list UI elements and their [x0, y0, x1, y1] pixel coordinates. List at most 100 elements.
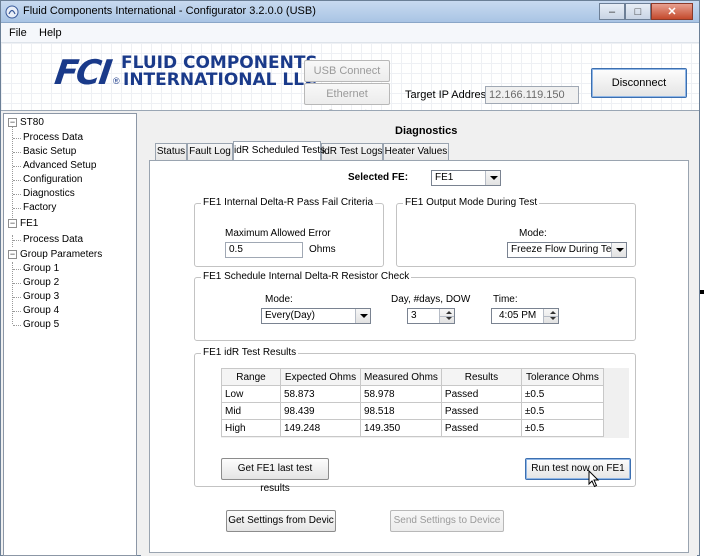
time-value: 4:05 PM: [499, 310, 537, 321]
tree-item-diagnostics[interactable]: Diagnostics: [23, 188, 75, 200]
tree-item-basic-setup[interactable]: Basic Setup: [23, 146, 76, 158]
target-ip-label: Target IP Address:: [405, 89, 495, 101]
target-ip-field[interactable]: 12.166.119.150: [485, 86, 579, 104]
cell-range: High: [221, 419, 281, 437]
page-title: Diagnostics: [395, 125, 458, 137]
selected-fe-label: Selected FE:: [348, 172, 409, 183]
cell-range: Low: [221, 385, 281, 403]
column-header-measured-ohms: Measured Ohms: [360, 368, 442, 386]
tree-item-configuration[interactable]: Configuration: [23, 174, 82, 186]
menu-file[interactable]: File: [9, 27, 27, 39]
tree-item-advanced-setup[interactable]: Advanced Setup: [23, 160, 96, 172]
cell-measured-ohms: 149.350: [360, 419, 442, 437]
cell-measured-ohms: 98.518: [360, 402, 442, 420]
test-results-title: FE1 idR Test Results: [201, 347, 299, 358]
tree-item-group-1[interactable]: Group 1: [23, 263, 59, 275]
results-table: Range Expected Ohms Measured Ohms Result…: [221, 368, 604, 437]
main-panel: Diagnostics Status Fault Log idR Schedul…: [141, 113, 697, 556]
expand-st80-toggle[interactable]: −: [8, 118, 17, 127]
tree-item-group-2[interactable]: Group 2: [23, 277, 59, 289]
tab-heater-values[interactable]: Heater Values: [383, 143, 449, 160]
tab-idr-scheduled-tests[interactable]: idR Scheduled Tests: [233, 141, 325, 160]
table-row: High 149.248 149.350 Passed ±0.5: [221, 419, 604, 437]
close-icon: ✕: [667, 6, 677, 18]
send-settings-button[interactable]: Send Settings to Device: [390, 510, 504, 532]
time-picker[interactable]: 4:05 PM: [491, 308, 559, 324]
menu-help[interactable]: Help: [39, 27, 62, 39]
get-settings-button[interactable]: Get Settings from Devic: [226, 510, 336, 532]
get-last-results-button[interactable]: Get FE1 last test results: [221, 458, 329, 494]
close-button[interactable]: ✕: [651, 3, 693, 20]
table-row: Mid 98.439 98.518 Passed ±0.5: [221, 402, 604, 420]
app-icon: [5, 5, 19, 19]
tree-item-group-5[interactable]: Group 5: [23, 319, 59, 331]
cell-expected-ohms: 58.873: [280, 385, 361, 403]
column-header-results: Results: [440, 368, 522, 386]
cell-measured-ohms: 58.978: [360, 385, 442, 403]
tree-item-group-parameters[interactable]: Group Parameters: [20, 249, 102, 261]
output-mode-dropdown[interactable]: Freeze Flow During Test: [507, 242, 627, 258]
pass-fail-criteria-group: FE1 Internal Delta-R Pass Fail Criteria …: [194, 197, 384, 267]
chevron-down-icon: [485, 171, 500, 185]
time-label: Time:: [493, 294, 518, 305]
tree-item-group-4[interactable]: Group 4: [23, 305, 59, 317]
max-allowed-error-input[interactable]: 0.5: [225, 242, 303, 258]
cell-tolerance: ±0.5: [520, 402, 604, 420]
idr-scheduled-tests-page: Selected FE: FE1 FE1 Internal Delta-R Pa…: [149, 160, 689, 553]
cell-expected-ohms: 149.248: [280, 419, 361, 437]
tab-idr-test-logs[interactable]: idR Test Logs: [321, 143, 383, 160]
edge-marker: [700, 290, 704, 294]
test-results-group: FE1 idR Test Results Range Expected Ohms…: [194, 347, 636, 494]
tab-fault-log[interactable]: Fault Log: [187, 143, 233, 160]
cell-tolerance: ±0.5: [520, 419, 604, 437]
header-banner: FCI FLUID COMPONENTS ® INTERNATIONAL LLC…: [1, 43, 699, 111]
max-allowed-error-label: Maximum Allowed Error: [225, 228, 331, 239]
usb-connect-button[interactable]: USB Connect: [304, 60, 390, 82]
table-row: Low 58.873 58.978 Passed ±0.5: [221, 385, 604, 403]
tree-item-factory[interactable]: Factory: [23, 202, 56, 214]
cell-expected-ohms: 98.439: [280, 402, 361, 420]
run-test-now-button[interactable]: Run test now on FE1: [525, 458, 631, 480]
maximize-icon: □: [634, 6, 642, 18]
cell-tolerance: ±0.5: [520, 385, 604, 403]
ethernet-connect-button[interactable]: Ethernet Connect: [304, 83, 390, 110]
minimize-icon: –: [608, 6, 616, 18]
expand-fe1-toggle[interactable]: −: [8, 219, 17, 228]
cell-range: Mid: [221, 402, 281, 420]
chevron-down-icon: [355, 309, 370, 323]
tree-item-fe1[interactable]: FE1: [20, 218, 38, 230]
spinner-arrows-icon[interactable]: [543, 309, 558, 323]
tree-item-process-data[interactable]: Process Data: [23, 132, 83, 144]
logo-line-2: INTERNATIONAL LLC: [123, 70, 317, 90]
logo-registered-mark: ®: [113, 76, 120, 86]
column-header-expected-ohms: Expected Ohms: [280, 368, 361, 386]
selected-fe-value: FE1: [435, 172, 454, 183]
spinner-arrows-icon[interactable]: [439, 309, 454, 323]
minimize-button[interactable]: –: [599, 3, 625, 20]
navigation-tree: − ST80 Process Data Basic Setup Advanced…: [3, 113, 137, 556]
cell-result: Passed: [440, 419, 522, 437]
tree-item-st80[interactable]: ST80: [20, 117, 44, 129]
output-mode-value: Freeze Flow During Test: [511, 244, 620, 255]
expand-group-parameters-toggle[interactable]: −: [8, 250, 17, 259]
tab-status[interactable]: Status: [155, 143, 187, 160]
fci-logo-mark: FCI: [52, 53, 113, 93]
output-mode-title: FE1 Output Mode During Test: [403, 197, 540, 208]
days-spinner[interactable]: 3: [407, 308, 455, 324]
results-header-row: Range Expected Ohms Measured Ohms Result…: [221, 368, 604, 386]
tree-item-group-3[interactable]: Group 3: [23, 291, 59, 303]
app-window: Fluid Components International - Configu…: [0, 0, 700, 556]
menu-bar: File Help: [1, 23, 699, 43]
schedule-mode-label: Mode:: [265, 294, 293, 305]
pass-fail-criteria-title: FE1 Internal Delta-R Pass Fail Criteria: [201, 197, 376, 208]
schedule-mode-dropdown[interactable]: Every(Day): [261, 308, 371, 324]
tree-item-fe1-process-data[interactable]: Process Data: [23, 234, 83, 246]
maximize-button[interactable]: □: [625, 3, 651, 20]
cell-result: Passed: [440, 402, 522, 420]
selected-fe-dropdown[interactable]: FE1: [431, 170, 501, 186]
chevron-down-icon: [611, 243, 626, 257]
window-title: Fluid Components International - Configu…: [23, 5, 316, 17]
ohms-unit-label: Ohms: [309, 244, 336, 255]
disconnect-button[interactable]: Disconnect: [591, 68, 687, 98]
days-label: Day, #days, DOW: [391, 294, 471, 305]
